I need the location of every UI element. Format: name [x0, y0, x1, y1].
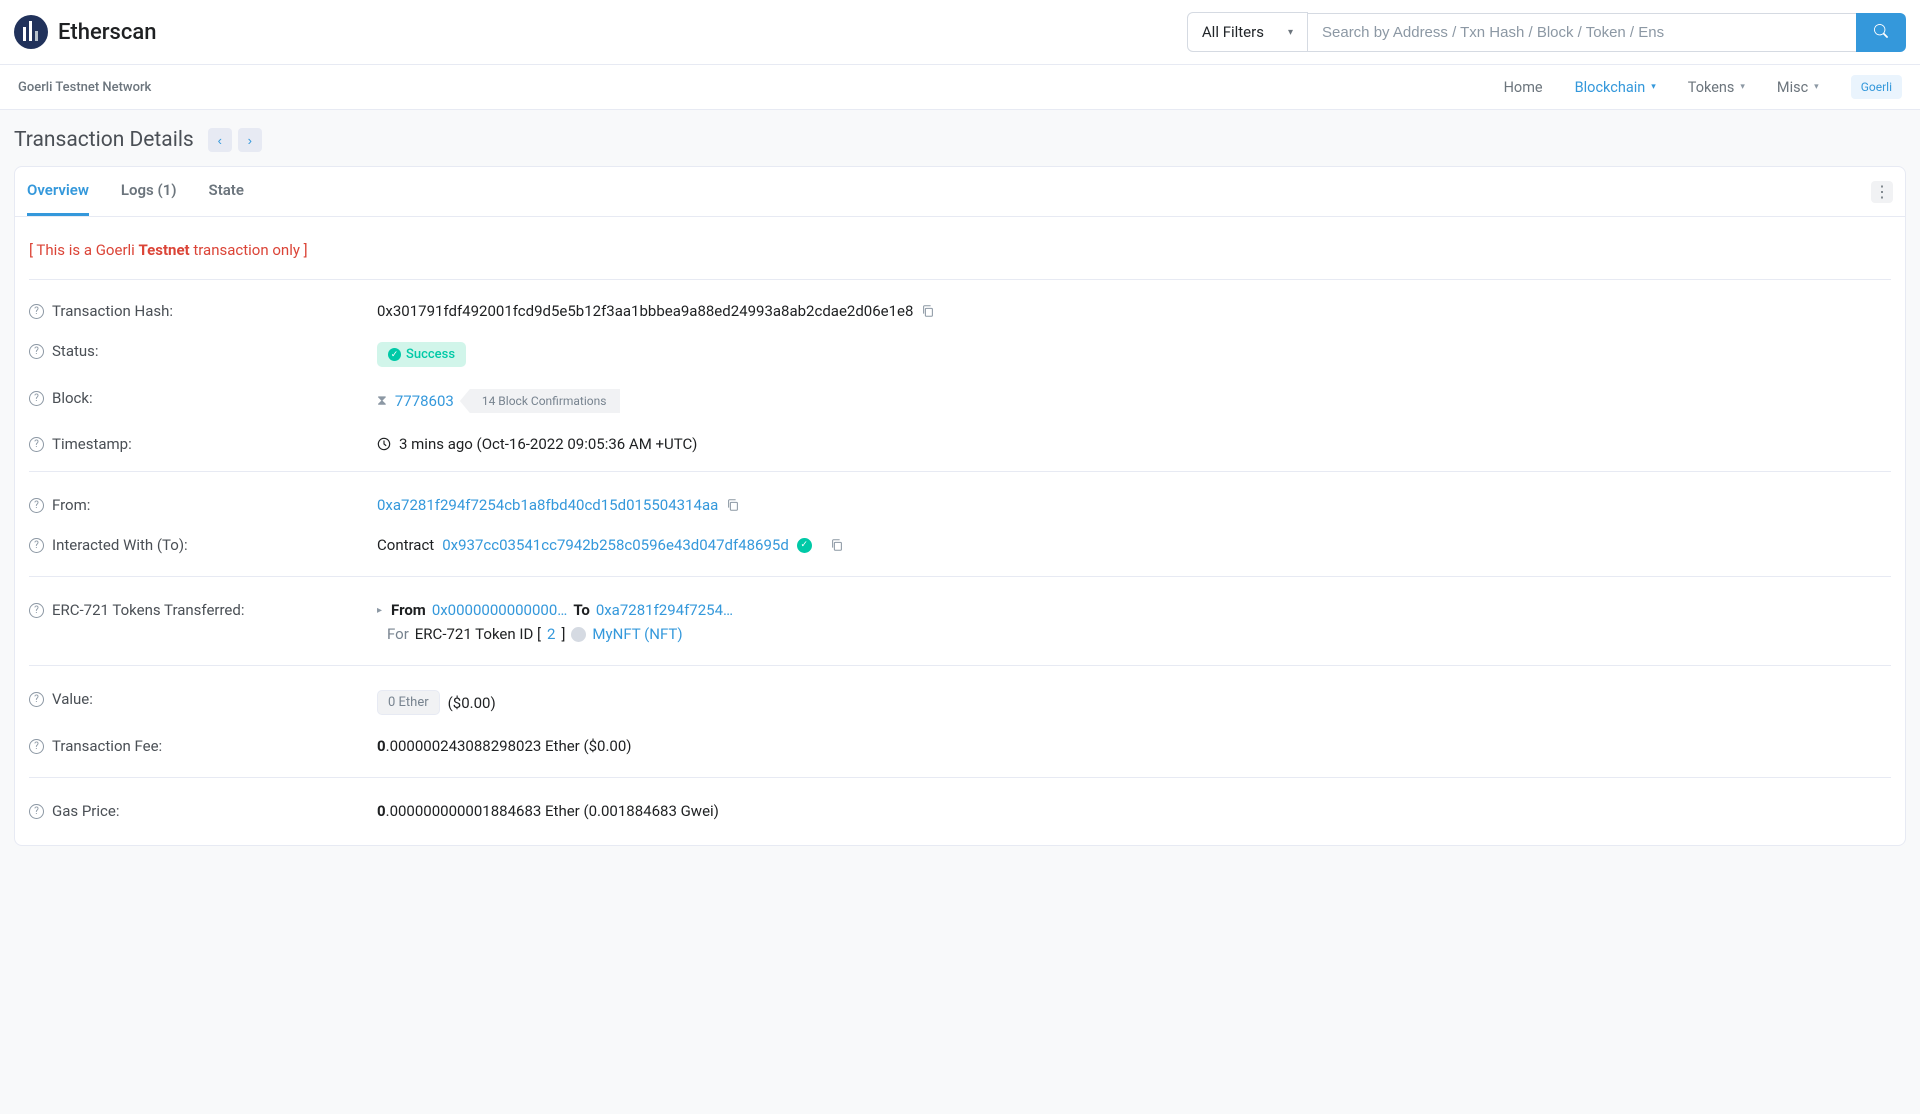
row-block: ? Block: ⧗ 7778603 14 Block Confirmations	[29, 378, 1891, 424]
confirmations-badge: 14 Block Confirmations	[460, 389, 621, 413]
help-icon[interactable]: ?	[29, 437, 44, 452]
erc-from-link[interactable]: 0x0000000000000…	[432, 601, 568, 619]
network-badge[interactable]: Goerli	[1851, 75, 1902, 99]
top-header: Etherscan All Filters ▾	[0, 0, 1920, 65]
gas-value: 0.000000000001884683 Ether (0.001884683 …	[377, 802, 719, 820]
nav-misc[interactable]: Misc▾	[1777, 79, 1819, 96]
to-prefix: Contract	[377, 536, 434, 554]
label-value: Value:	[52, 690, 93, 708]
fee-value: 0.000000243088298023 Ether ($0.00)	[377, 737, 632, 755]
tab-list: Overview Logs (1) State	[27, 167, 244, 216]
search-button[interactable]	[1856, 13, 1906, 52]
chevron-down-icon: ▾	[1740, 82, 1745, 92]
tab-logs[interactable]: Logs (1)	[121, 167, 177, 216]
block-link[interactable]: 7778603	[395, 392, 454, 410]
tx-card: Overview Logs (1) State ⋮ [ This is a Go…	[14, 166, 1906, 846]
help-icon[interactable]: ?	[29, 603, 44, 618]
filter-label: All Filters	[1202, 23, 1264, 41]
token-icon	[571, 627, 586, 642]
value-usd: ($0.00)	[448, 694, 496, 712]
nav-tokens[interactable]: Tokens▾	[1688, 79, 1745, 96]
page-title: Transaction Details	[14, 128, 194, 152]
label-gas: Gas Price:	[52, 802, 119, 820]
label-fee: Transaction Fee:	[52, 737, 162, 755]
network-label: Goerli Testnet Network	[18, 80, 151, 95]
etherscan-logo-icon	[14, 15, 48, 49]
next-tx-button[interactable]: ›	[238, 128, 262, 152]
status-badge: ✓ Success	[377, 342, 466, 367]
timestamp-value: 3 mins ago (Oct-16-2022 09:05:36 AM +UTC…	[399, 435, 697, 453]
tab-overview[interactable]: Overview	[27, 167, 89, 216]
label-block: Block:	[52, 389, 93, 407]
tx-hash: 0x301791fdf492001fcd9d5e5b12f3aa1bbbea9a…	[377, 302, 913, 320]
erc-token-line: For ERC-721 Token ID [2] MyNFT (NFT)	[377, 625, 1891, 643]
value-badge: 0 Ether	[377, 690, 440, 715]
chevron-down-icon: ▾	[1814, 82, 1819, 92]
nav-home[interactable]: Home	[1504, 79, 1543, 96]
chevron-down-icon: ▾	[1288, 27, 1293, 38]
row-erc721: ? ERC-721 Tokens Transferred: ▸ From 0x00…	[29, 583, 1891, 666]
help-icon[interactable]: ?	[29, 304, 44, 319]
tab-state[interactable]: State	[209, 167, 244, 216]
testnet-warning: [ This is a Goerli Testnet transaction o…	[29, 231, 1891, 280]
search-section: All Filters ▾	[1187, 12, 1906, 52]
tx-content: [ This is a Goerli Testnet transaction o…	[15, 217, 1905, 845]
row-to: ? Interacted With (To): Contract 0x937cc0…	[29, 525, 1891, 577]
help-icon[interactable]: ?	[29, 538, 44, 553]
row-from: ? From: 0xa7281f294f7254cb1a8fbd40cd15d01…	[29, 478, 1891, 525]
logo-section[interactable]: Etherscan	[14, 15, 156, 49]
search-input[interactable]	[1308, 13, 1856, 52]
label-hash: Transaction Hash:	[52, 302, 173, 320]
page-header: Transaction Details ‹ ›	[0, 110, 1920, 166]
row-fee: ? Transaction Fee: 0.000000243088298023 E…	[29, 726, 1891, 778]
prev-tx-button[interactable]: ‹	[208, 128, 232, 152]
erc-transfer-line: ▸ From 0x0000000000000… To 0xa7281f294f7…	[377, 601, 1891, 619]
label-erc721: ERC-721 Tokens Transferred:	[52, 601, 244, 619]
sub-header: Goerli Testnet Network Home Blockchain▾ …	[0, 65, 1920, 110]
help-icon[interactable]: ?	[29, 498, 44, 513]
row-gas: ? Gas Price: 0.000000000001884683 Ether (…	[29, 784, 1891, 831]
token-name-link[interactable]: MyNFT (NFT)	[592, 625, 682, 643]
row-status: ? Status: ✓ Success	[29, 331, 1891, 378]
row-value: ? Value: 0 Ether ($0.00)	[29, 672, 1891, 726]
verified-icon: ✓	[797, 538, 812, 553]
caret-icon: ▸	[377, 605, 382, 616]
nav-blockchain[interactable]: Blockchain▾	[1575, 79, 1656, 96]
tabs-bar: Overview Logs (1) State ⋮	[15, 167, 1905, 217]
row-timestamp: ? Timestamp: 3 mins ago (Oct-16-2022 09:0…	[29, 424, 1891, 472]
to-address-link[interactable]: 0x937cc03541cc7942b258c0596e43d047df4869…	[442, 536, 789, 554]
help-icon[interactable]: ?	[29, 804, 44, 819]
token-id-link[interactable]: 2	[547, 625, 555, 643]
search-icon	[1874, 24, 1888, 38]
hourglass-icon: ⧗	[377, 393, 387, 409]
label-to: Interacted With (To):	[52, 536, 188, 554]
more-button[interactable]: ⋮	[1871, 181, 1893, 203]
filter-dropdown[interactable]: All Filters ▾	[1187, 12, 1308, 52]
label-status: Status:	[52, 342, 99, 360]
help-icon[interactable]: ?	[29, 391, 44, 406]
brand-name: Etherscan	[58, 20, 156, 45]
erc-to-link[interactable]: 0xa7281f294f7254…	[596, 601, 733, 619]
help-icon[interactable]: ?	[29, 739, 44, 754]
copy-icon[interactable]	[921, 304, 935, 318]
chevron-down-icon: ▾	[1651, 82, 1656, 92]
help-icon[interactable]: ?	[29, 692, 44, 707]
copy-icon[interactable]	[830, 538, 844, 552]
row-hash: ? Transaction Hash: 0x301791fdf492001fcd9…	[29, 284, 1891, 331]
copy-icon[interactable]	[726, 498, 740, 512]
clock-icon	[377, 437, 391, 451]
label-from: From:	[52, 496, 90, 514]
label-timestamp: Timestamp:	[52, 435, 132, 453]
check-circle-icon: ✓	[388, 348, 401, 361]
help-icon[interactable]: ?	[29, 344, 44, 359]
main-nav: Home Blockchain▾ Tokens▾ Misc▾ Goerli	[1504, 75, 1902, 99]
from-address-link[interactable]: 0xa7281f294f7254cb1a8fbd40cd15d015504314…	[377, 496, 718, 514]
